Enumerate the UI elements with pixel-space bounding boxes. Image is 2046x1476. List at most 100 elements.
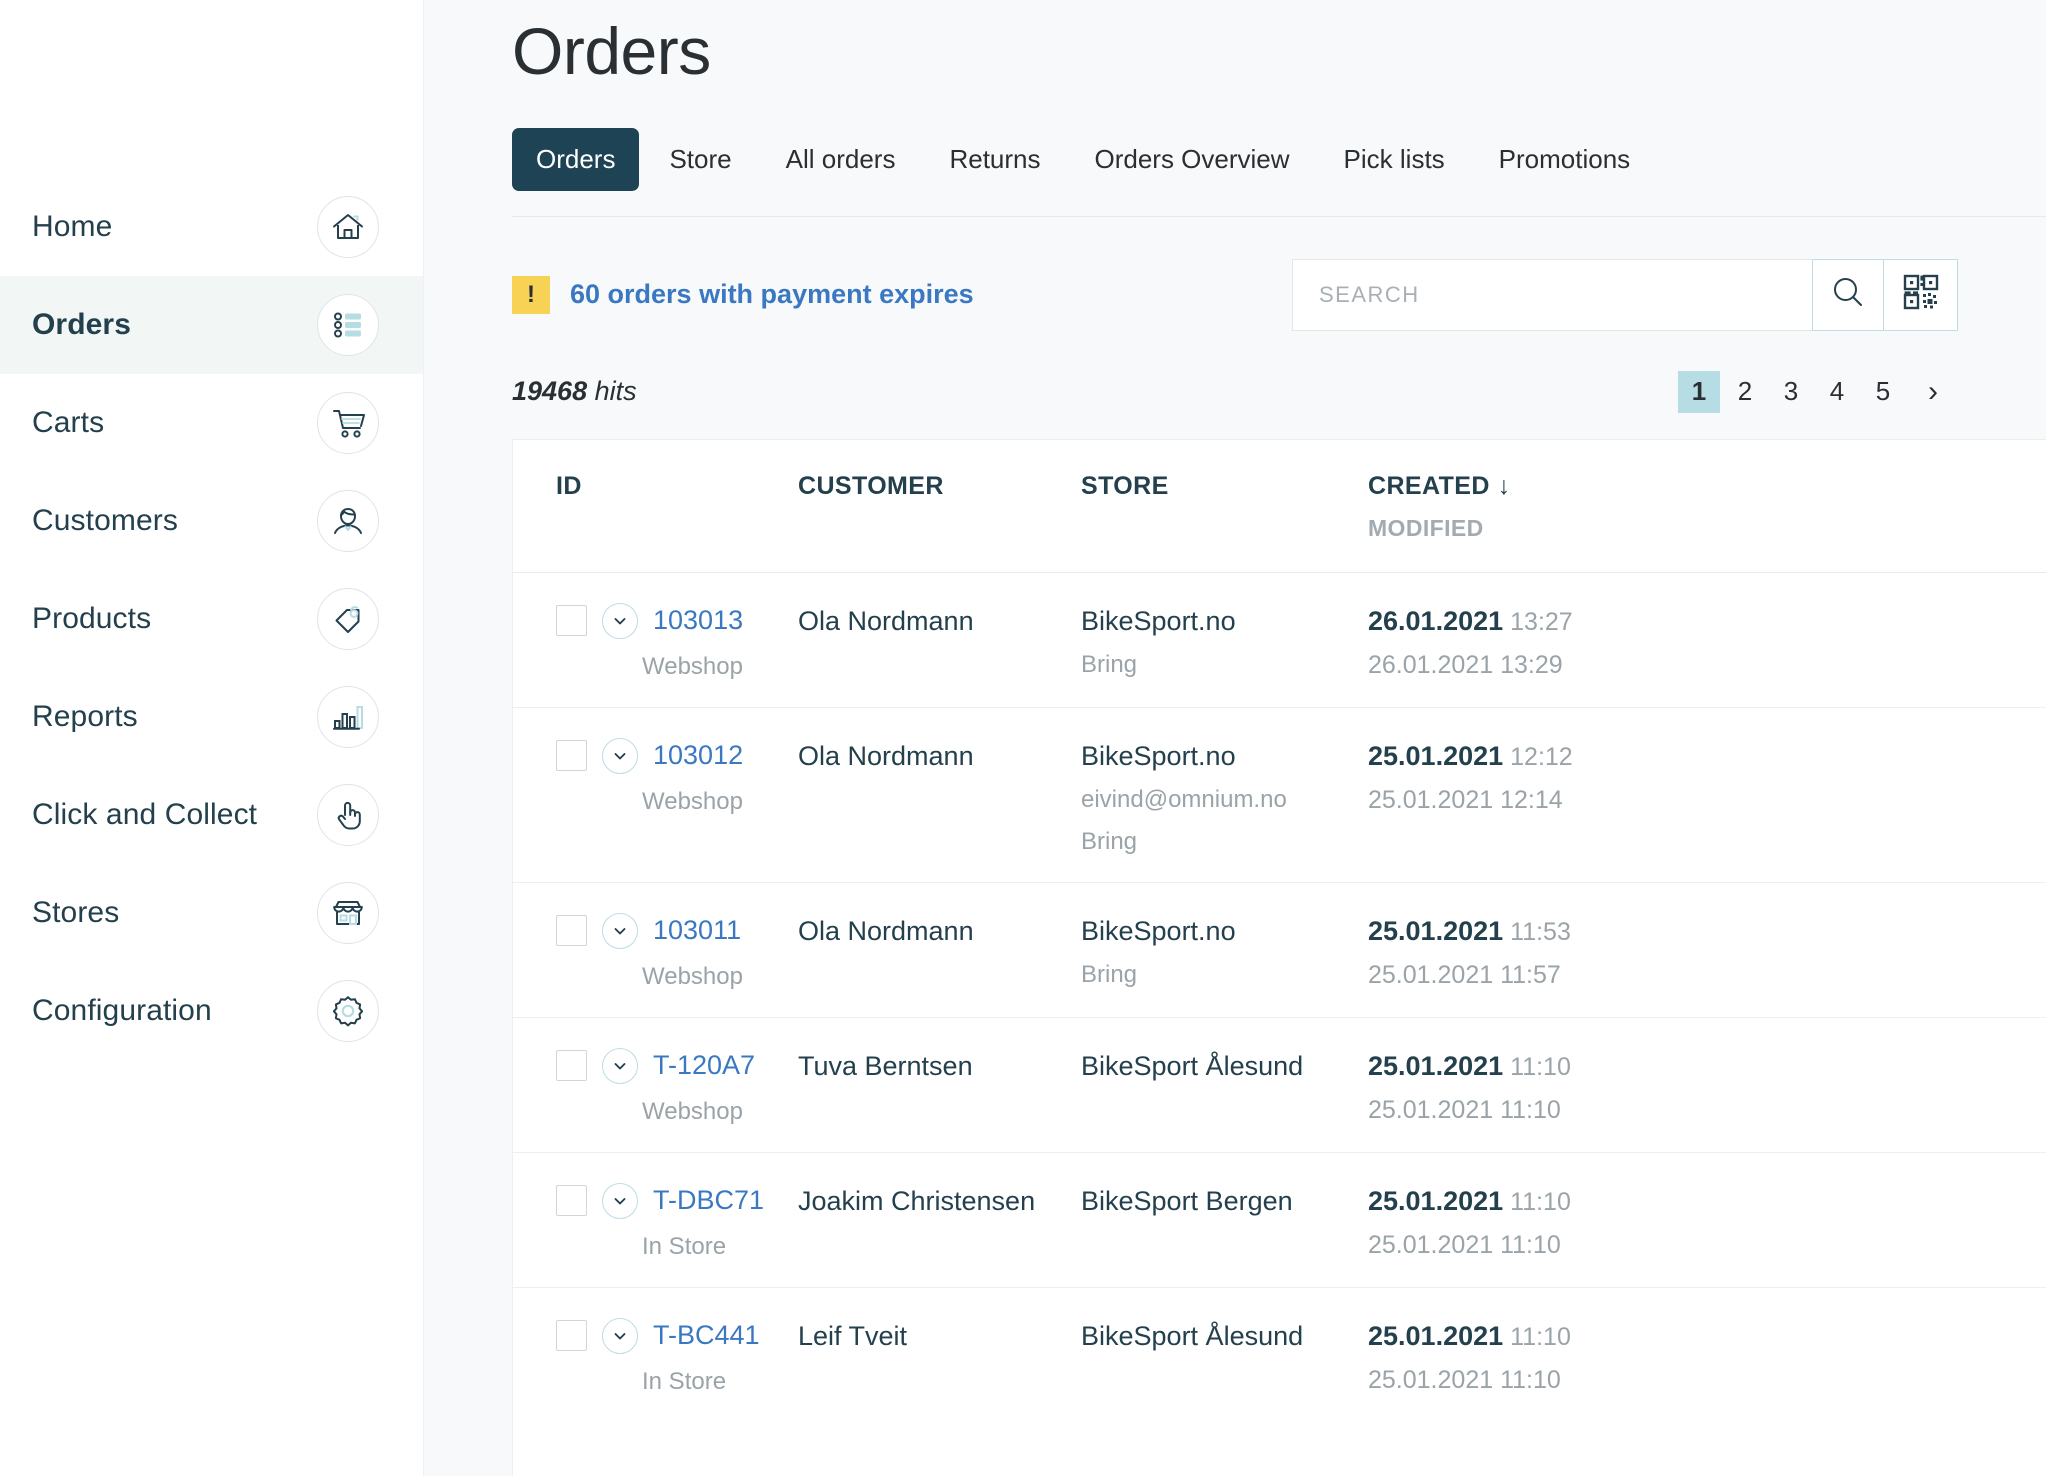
bar-chart-icon — [317, 686, 379, 748]
page-button-1[interactable]: 1 — [1678, 370, 1720, 413]
table-row[interactable]: T-BC441 In Store Leif Tveit BikeSport Ål… — [513, 1288, 2046, 1422]
store-name: BikeSport Ålesund — [1081, 1050, 1304, 1081]
table-row[interactable]: 103011 Webshop Ola Nordmann BikeSport.no… — [513, 883, 2046, 1018]
row-checkbox[interactable] — [556, 915, 587, 947]
sidebar-item-label: Stores — [32, 896, 120, 929]
table-row[interactable]: T-DBC71 In Store Joakim Christensen Bike… — [513, 1153, 2046, 1288]
sidebar-item-label: Products — [32, 602, 152, 635]
chevron-down-icon[interactable] — [602, 737, 638, 774]
cell-id: 103012 Webshop — [513, 737, 798, 856]
row-checkbox[interactable] — [556, 1050, 587, 1082]
sidebar-item-label: Reports — [32, 700, 138, 733]
page-button-2[interactable]: 2 — [1724, 371, 1766, 413]
order-id-link[interactable]: 103012 — [653, 740, 743, 771]
sidebar-item-label: Click and Collect — [32, 798, 258, 831]
created-time-value: 11:53 — [1510, 917, 1571, 946]
cell-created: 25.01.2021 11:10 25.01.2021 11:10 — [1368, 1183, 2046, 1261]
sidebar-item-home[interactable]: Home — [0, 178, 423, 276]
order-id-link[interactable]: 103013 — [653, 605, 743, 636]
row-checkbox[interactable] — [556, 1320, 587, 1352]
table-row[interactable]: 103012 Webshop Ola Nordmann BikeSport.no… — [513, 708, 2046, 883]
cell-id: 103011 Webshop — [513, 912, 798, 991]
page-button-4[interactable]: 4 — [1816, 371, 1858, 413]
created-date: 25.01.2021 11:10 — [1368, 1051, 2046, 1082]
created-date-value: 25.01.2021 — [1368, 1185, 1504, 1216]
sidebar-item-orders[interactable]: Orders — [0, 276, 423, 374]
page-button-5[interactable]: 5 — [1862, 371, 1904, 413]
storefront-icon — [317, 882, 379, 944]
tab-pick-lists[interactable]: Pick lists — [1320, 128, 1469, 191]
cell-created: 25.01.2021 11:10 25.01.2021 11:10 — [1368, 1318, 2046, 1396]
tab-orders-overview[interactable]: Orders Overview — [1071, 128, 1314, 191]
chevron-down-icon[interactable] — [602, 602, 638, 639]
store-name: BikeSport Bergen — [1081, 1185, 1293, 1216]
tab-orders[interactable]: Orders — [512, 127, 640, 191]
created-date-value: 25.01.2021 — [1368, 915, 1504, 946]
search-button[interactable] — [1812, 258, 1884, 331]
page-button-3[interactable]: 3 — [1770, 371, 1812, 413]
qr-scan-button[interactable] — [1884, 258, 1958, 331]
cell-id: T-DBC71 In Store — [513, 1182, 798, 1261]
pointing-hand-icon — [317, 784, 379, 846]
cell-customer: Joakim Christensen — [798, 1185, 1036, 1216]
order-list-icon — [317, 294, 379, 356]
created-date-value: 25.01.2021 — [1368, 1320, 1504, 1351]
order-channel: Webshop — [642, 787, 743, 815]
tab-all-orders[interactable]: All orders — [762, 128, 920, 191]
table-row[interactable]: 103013 Webshop Ola Nordmann BikeSport.no… — [513, 573, 2046, 708]
order-id-link[interactable]: T-DBC71 — [653, 1185, 764, 1216]
search-input[interactable] — [1292, 258, 1812, 331]
sidebar-item-reports[interactable]: Reports — [0, 668, 423, 766]
sidebar-item-products[interactable]: Products — [0, 570, 423, 668]
qr-code-icon — [1902, 273, 1940, 316]
cell-store: BikeSport Ålesund — [1081, 1318, 1368, 1396]
sidebar-item-customers[interactable]: Customers — [0, 472, 423, 570]
chevron-down-icon[interactable] — [602, 1317, 638, 1354]
column-header-store[interactable]: STORE — [1081, 472, 1368, 542]
orders-table: ID CUSTOMER STORE CREATED ↓ MODIFIED 1030… — [512, 438, 2046, 1476]
magnifier-icon — [1831, 275, 1865, 314]
row-checkbox[interactable] — [556, 1185, 587, 1217]
tab-returns[interactable]: Returns — [925, 128, 1064, 191]
store-name: BikeSport.no — [1081, 605, 1236, 636]
tab-store[interactable]: Store — [645, 128, 755, 191]
hits-count: 19468 — [512, 376, 588, 407]
pagination: 1 2 3 4 5 › — [1678, 370, 1958, 413]
sidebar-item-configuration[interactable]: Configuration — [0, 962, 423, 1060]
created-date-value: 26.01.2021 — [1368, 605, 1504, 636]
chevron-down-icon[interactable] — [602, 1047, 638, 1084]
cell-customer: Ola Nordmann — [798, 740, 974, 771]
created-date-value: 25.01.2021 — [1368, 1050, 1504, 1081]
sidebar-item-click-and-collect[interactable]: Click and Collect — [0, 766, 423, 864]
cell-created: 25.01.2021 11:10 25.01.2021 11:10 — [1368, 1048, 2046, 1126]
store-carrier: Bring — [1081, 960, 1138, 988]
page-title: Orders — [512, 14, 711, 88]
cell-store: BikeSport.no Bring — [1081, 603, 1368, 681]
order-id-link[interactable]: T-BC441 — [653, 1320, 760, 1351]
chevron-down-icon[interactable] — [602, 1182, 638, 1219]
row-checkbox[interactable] — [556, 605, 587, 637]
next-page-icon[interactable]: › — [1908, 375, 1958, 409]
search-bar — [1292, 258, 1958, 331]
home-icon — [317, 196, 379, 258]
order-id-link[interactable]: 103011 — [653, 915, 741, 946]
sidebar-item-carts[interactable]: Carts — [0, 374, 423, 472]
cell-created: 26.01.2021 13:27 26.01.2021 13:29 — [1368, 603, 2046, 681]
sidebar-item-stores[interactable]: Stores — [0, 864, 423, 962]
cell-created: 25.01.2021 11:53 25.01.2021 11:57 — [1368, 913, 2046, 991]
table-body: 103013 Webshop Ola Nordmann BikeSport.no… — [513, 573, 2046, 1422]
column-header-id[interactable]: ID — [513, 472, 798, 542]
order-id-link[interactable]: T-120A7 — [653, 1050, 755, 1081]
created-date-value: 25.01.2021 — [1368, 740, 1504, 771]
store-carrier: Bring — [1081, 650, 1138, 678]
chevron-down-icon[interactable] — [602, 912, 638, 949]
column-header-created[interactable]: CREATED ↓ MODIFIED — [1368, 472, 2046, 542]
tab-promotions[interactable]: Promotions — [1475, 128, 1655, 191]
modified-value: 26.01.2021 13:29 — [1368, 650, 1563, 679]
column-header-customer[interactable]: CUSTOMER — [798, 472, 1081, 542]
payment-expires-alert[interactable]: ! 60 orders with payment expires — [512, 275, 974, 314]
row-checkbox[interactable] — [556, 740, 587, 772]
table-row[interactable]: T-120A7 Webshop Tuva Berntsen BikeSport … — [513, 1018, 2046, 1153]
main-content: Orders Orders Store All orders Returns Order… — [424, 0, 2046, 1476]
created-date: 25.01.2021 12:12 — [1368, 741, 2046, 772]
